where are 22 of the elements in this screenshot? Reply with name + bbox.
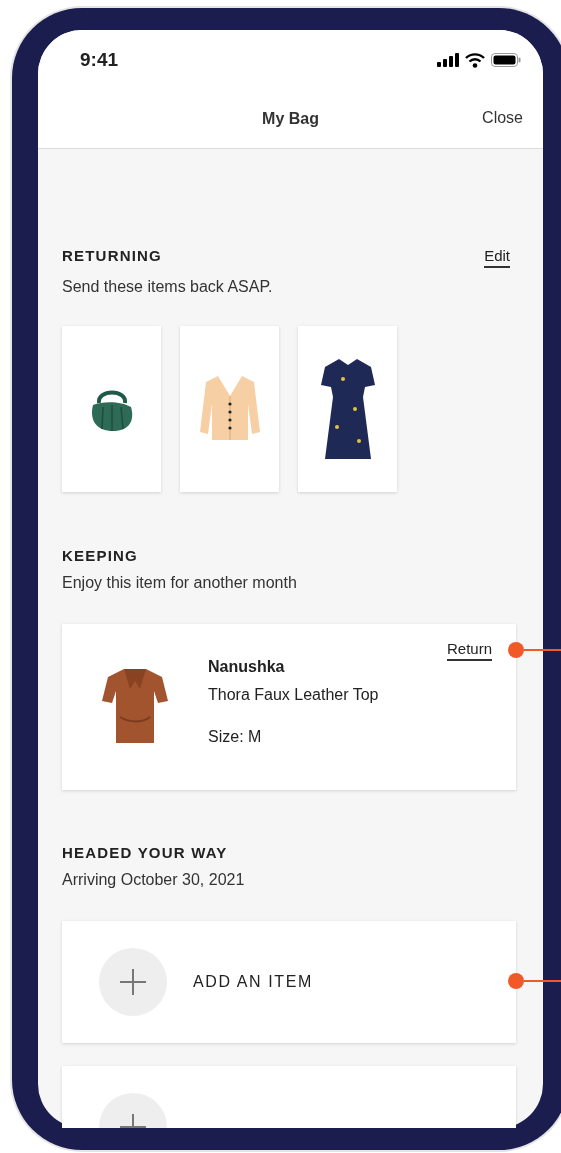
section-subtitle: Arriving October 30, 2021 [62, 871, 246, 889]
edit-link[interactable]: Edit [484, 247, 510, 268]
section-subtitle: Enjoy this item for another month [62, 574, 298, 592]
section-heading: KEEPING [62, 547, 139, 564]
add-item-label: ADD AN ITEM [193, 973, 313, 991]
product-thumbnail[interactable] [298, 326, 397, 492]
status-time: 9:41 [80, 49, 119, 71]
section-heading: RETURNING [62, 247, 162, 264]
signal-icon [437, 53, 459, 67]
product-thumbnail[interactable] [62, 326, 161, 492]
section-heading: HEADED YOUR WAY [62, 844, 229, 861]
product-thumbnail[interactable] [180, 326, 279, 492]
page-title: My Bag [262, 110, 319, 128]
return-link[interactable]: Return [446, 640, 492, 661]
add-item-card[interactable]: ADD AN ITEM [62, 921, 516, 1043]
wifi-icon [465, 52, 485, 68]
battery-icon [491, 53, 521, 67]
product-brand: Nanushka [208, 658, 286, 676]
section-subtitle: Send these items back ASAP. [62, 278, 274, 296]
product-name: Thora Faux Leather Top [208, 686, 379, 704]
close-button[interactable]: Close [482, 109, 523, 127]
product-size: Size: M [208, 728, 263, 746]
